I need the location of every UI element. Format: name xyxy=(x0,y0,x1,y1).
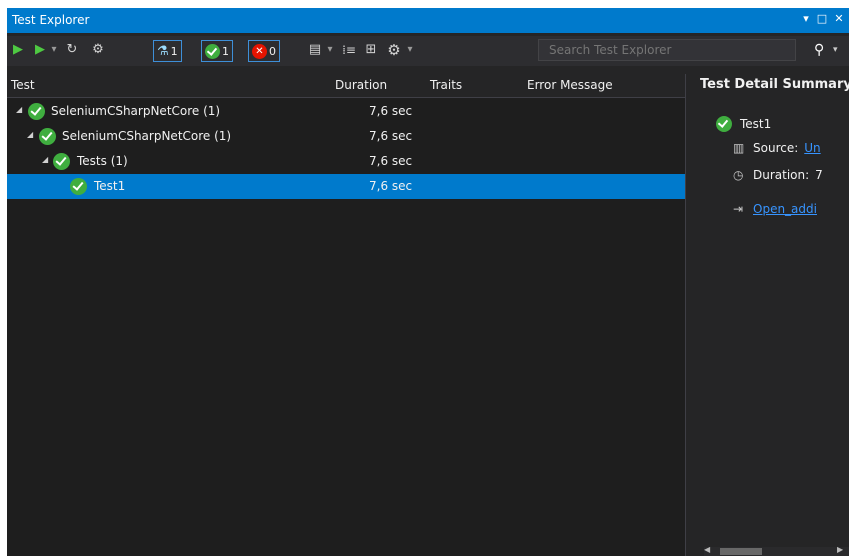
test-explorer-window: Test Explorer ▾ □ ✕ ▶ ▶ ▾ ↻ ⚙ ⚗ 1 1 ✕ 0 … xyxy=(7,8,849,556)
source-label: Source: xyxy=(753,141,799,155)
test-name: SeleniumCSharpNetCore (1) xyxy=(62,129,232,143)
open-output-link[interactable]: Open_addi xyxy=(753,202,817,216)
flask-icon: ⚗ xyxy=(157,43,169,59)
filter-all-tests-button[interactable]: ⚗ 1 xyxy=(153,40,182,62)
test-grid: Test Duration Traits Error Message ◢ Sel… xyxy=(7,74,685,556)
detail-source: ▥ Source: Un xyxy=(733,141,821,155)
test-duration: 7,6 sec xyxy=(369,129,413,143)
passed-icon xyxy=(39,128,56,145)
title-bar: Test Explorer ▾ □ ✕ xyxy=(7,8,849,33)
run-dropdown-chevron-icon[interactable]: ▾ xyxy=(48,36,60,64)
table-row[interactable]: ◢ SeleniumCSharpNetCore (1) 7,6 sec xyxy=(7,99,685,124)
passed-icon xyxy=(70,178,87,195)
table-row[interactable]: ◢ SeleniumCSharpNetCore (1) 7,6 sec xyxy=(7,124,685,149)
detail-test-header: Test1 xyxy=(716,116,771,132)
test-duration: 7,6 sec xyxy=(369,179,413,193)
detail-test-name: Test1 xyxy=(740,117,772,131)
test-name: Test1 xyxy=(94,179,126,193)
rerun-icon[interactable]: ↻ xyxy=(64,36,80,64)
passed-icon xyxy=(53,153,70,170)
source-icon: ▥ xyxy=(733,141,745,155)
passed-count: 1 xyxy=(222,44,229,58)
passed-icon xyxy=(716,116,732,132)
columns-icon[interactable]: ⊞ xyxy=(363,36,379,64)
table-row[interactable]: ◢ Tests (1) 7,6 sec xyxy=(7,149,685,174)
filter-passed-button[interactable]: 1 xyxy=(201,40,233,62)
run-settings-icon[interactable]: ⚙ xyxy=(89,36,107,64)
expand-arrow-icon[interactable]: ◢ xyxy=(27,130,33,139)
duration-label: Duration: xyxy=(753,168,810,182)
passed-icon xyxy=(205,43,220,59)
duration-value: 7 xyxy=(815,168,823,182)
playlist-icon[interactable]: ▤ xyxy=(307,36,323,64)
horizontal-scrollbar[interactable]: ◀ ▶ xyxy=(704,545,849,556)
search-icon[interactable]: ⚲ xyxy=(814,38,824,62)
failed-icon: ✕ xyxy=(252,43,267,59)
settings-icon[interactable]: ⚙ xyxy=(385,36,403,64)
detail-duration: ◷ Duration: 7 xyxy=(733,168,823,182)
test-duration: 7,6 sec xyxy=(369,154,413,168)
toolbar: ▶ ▶ ▾ ↻ ⚙ ⚗ 1 1 ✕ 0 ▤ ▾ ⁞≡ ⊞ ⚙ ▾ ⚲ ▾ xyxy=(7,36,849,66)
search-dropdown-chevron-icon[interactable]: ▾ xyxy=(833,38,838,62)
column-header-traits[interactable]: Traits xyxy=(430,78,462,92)
close-icon[interactable]: ✕ xyxy=(832,11,846,27)
table-row-selected[interactable]: Test1 7,6 sec xyxy=(7,174,685,199)
expand-arrow-icon[interactable]: ◢ xyxy=(42,155,48,164)
scrollbar-thumb[interactable] xyxy=(720,548,762,555)
test-detail-panel: Test Detail Summary Test1 ▥ Source: Un ◷… xyxy=(686,74,849,556)
search-input[interactable] xyxy=(538,39,796,61)
passed-icon xyxy=(28,103,45,120)
maximize-icon[interactable]: □ xyxy=(815,11,829,27)
window-title: Test Explorer xyxy=(12,13,90,27)
column-header-test[interactable]: Test xyxy=(11,78,35,92)
detail-open-output: ⇥ Open_addi xyxy=(733,202,817,216)
total-count: 1 xyxy=(170,44,178,58)
expand-arrow-icon[interactable]: ◢ xyxy=(16,105,22,114)
column-header-duration[interactable]: Duration xyxy=(335,78,387,92)
clock-icon: ◷ xyxy=(733,168,744,182)
test-duration: 7,6 sec xyxy=(369,104,413,118)
source-link[interactable]: Un xyxy=(804,141,820,155)
scroll-right-icon[interactable]: ▶ xyxy=(837,545,843,554)
run-all-icon[interactable]: ▶ xyxy=(11,36,25,64)
test-name: SeleniumCSharpNetCore (1) xyxy=(51,104,221,118)
filter-failed-button[interactable]: ✕ 0 xyxy=(248,40,280,62)
detail-title: Test Detail Summary xyxy=(700,77,849,92)
failed-count: 0 xyxy=(269,44,276,58)
open-output-icon: ⇥ xyxy=(733,202,744,216)
playlist-dropdown-chevron-icon[interactable]: ▾ xyxy=(325,36,335,64)
scroll-left-icon[interactable]: ◀ xyxy=(704,545,710,554)
settings-dropdown-chevron-icon[interactable]: ▾ xyxy=(405,36,415,64)
pin-dropdown-icon[interactable]: ▾ xyxy=(799,11,813,27)
run-icon[interactable]: ▶ xyxy=(33,36,47,64)
test-name: Tests (1) xyxy=(77,154,128,168)
column-header-error-message[interactable]: Error Message xyxy=(527,78,613,92)
group-by-icon[interactable]: ⁞≡ xyxy=(340,36,358,64)
grid-header: Test Duration Traits Error Message xyxy=(7,74,685,98)
